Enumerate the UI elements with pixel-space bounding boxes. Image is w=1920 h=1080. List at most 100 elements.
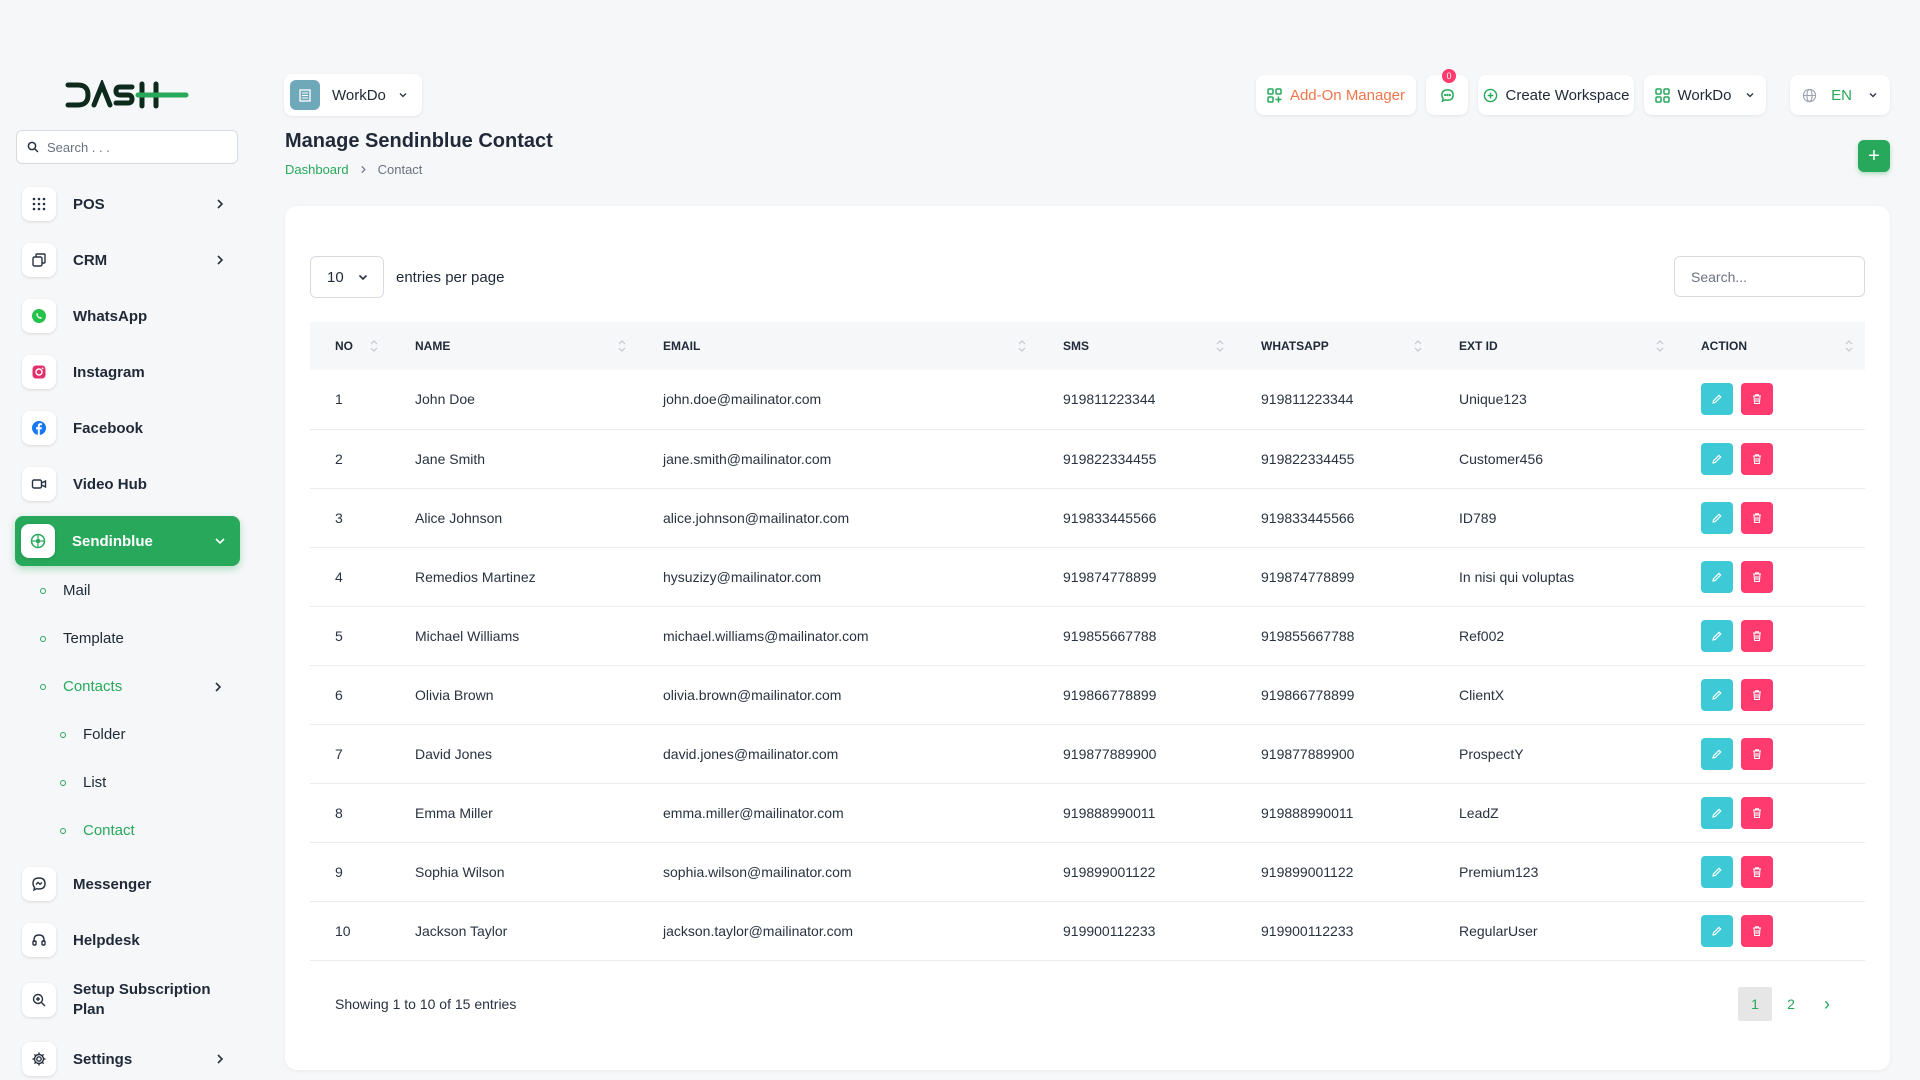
delete-button[interactable] [1741, 619, 1773, 652]
cell-ext-id: Premium123 [1434, 842, 1676, 902]
delete-button[interactable] [1741, 501, 1773, 534]
sidebar-item-setup-subscription-plan[interactable]: Setup Subscription Plan [16, 972, 240, 1028]
edit-button[interactable] [1701, 796, 1733, 829]
table-row: 6 Olivia Brown olivia.brown@mailinator.com… [310, 665, 1865, 725]
page-2-button[interactable]: 2 [1774, 987, 1808, 1021]
delete-button[interactable] [1741, 855, 1773, 888]
next-page-button[interactable]: › [1810, 987, 1844, 1021]
trash-icon [1753, 512, 1761, 523]
sort-icon[interactable] [370, 339, 378, 353]
sidebar-search[interactable]: Search . . . [16, 130, 238, 164]
column-header-name[interactable]: NAME [390, 322, 638, 370]
delete-button[interactable] [1741, 560, 1773, 593]
breadcrumb-dashboard-link[interactable]: Dashboard [285, 162, 349, 177]
edit-button[interactable] [1701, 678, 1733, 711]
addon-manager-button[interactable]: Add-On Manager [1256, 75, 1416, 115]
delete-button[interactable] [1741, 914, 1773, 947]
bullet-icon [60, 731, 66, 738]
column-header-sms[interactable]: SMS [1038, 322, 1236, 370]
column-header-label: WHATSAPP [1261, 339, 1329, 353]
sidebar-sub-folder[interactable]: Folder [60, 726, 126, 743]
chevron-right-icon [217, 199, 224, 209]
sidebar-sub-contacts[interactable]: Contacts [40, 678, 224, 695]
cell-ext-id: ID789 [1434, 488, 1676, 548]
column-header-no[interactable]: NO [310, 322, 390, 370]
sort-icon[interactable] [1414, 339, 1422, 353]
cell-no: 1 [310, 370, 390, 430]
sidebar-sub-label: Folder [83, 726, 126, 743]
delete-button[interactable] [1741, 383, 1773, 416]
edit-button[interactable] [1701, 560, 1733, 593]
messages-button[interactable]: 0 [1426, 69, 1468, 115]
sort-icon[interactable] [1656, 339, 1664, 353]
cell-email: michael.williams@mailinator.com [638, 606, 1038, 666]
sidebar-item-label: Messenger [73, 875, 152, 893]
cell-ext-id: In nisi qui voluptas [1434, 547, 1676, 607]
cell-ext-id: Unique123 [1434, 370, 1676, 430]
cell-ext-id: Customer456 [1434, 429, 1676, 489]
delete-button[interactable] [1741, 796, 1773, 829]
sidebar-sub-label: Contacts [63, 678, 123, 695]
cell-action [1676, 429, 1865, 489]
delete-button[interactable] [1741, 442, 1773, 475]
sidebar-item-whatsapp[interactable]: WhatsApp [16, 292, 240, 340]
cell-whatsapp: 919866778899 [1236, 665, 1434, 725]
sidebar-sub-template[interactable]: Template [40, 630, 124, 647]
column-header-email[interactable]: EMAIL [638, 322, 1038, 370]
sort-icon[interactable] [618, 339, 626, 353]
column-header-action[interactable]: ACTION [1676, 322, 1865, 370]
cell-whatsapp: 919822334455 [1236, 429, 1434, 489]
row-actions [1701, 796, 1865, 829]
sidebar-sub-list[interactable]: List [60, 774, 106, 791]
sort-icon[interactable] [1216, 339, 1224, 353]
column-header-ext-id[interactable]: EXT ID [1434, 322, 1676, 370]
delete-button[interactable] [1741, 737, 1773, 770]
chevron-down-icon [1746, 93, 1754, 98]
sort-icon[interactable] [1845, 339, 1853, 353]
trash-icon [1753, 925, 1761, 936]
column-header-label: NO [335, 339, 353, 353]
sidebar-item-video-hub[interactable]: Video Hub [16, 460, 240, 508]
cell-no: 3 [310, 488, 390, 548]
table-search-input[interactable] [1674, 256, 1865, 297]
language-selector[interactable]: EN [1790, 75, 1890, 115]
edit-button[interactable] [1701, 619, 1733, 652]
edit-button[interactable] [1701, 442, 1733, 475]
sidebar-item-helpdesk[interactable]: Helpdesk [16, 916, 240, 964]
sidebar-item-pos[interactable]: POS [16, 180, 240, 228]
workspace-switcher[interactable]: WorkDo [284, 74, 422, 116]
sidebar-sub-contact[interactable]: Contact [60, 822, 135, 839]
cell-name: Jackson Taylor [390, 901, 638, 961]
dash-logo[interactable] [64, 80, 190, 110]
workspace-menu-button[interactable]: WorkDo [1644, 75, 1766, 115]
edit-button[interactable] [1701, 914, 1733, 947]
edit-button[interactable] [1701, 383, 1733, 416]
pagination: 1 2 › [1738, 987, 1844, 1021]
sidebar-sub-mail[interactable]: Mail [40, 582, 91, 599]
trash-icon [1753, 866, 1761, 877]
edit-button[interactable] [1701, 737, 1733, 770]
sort-icon[interactable] [1018, 339, 1026, 353]
delete-button[interactable] [1741, 678, 1773, 711]
sidebar-item-instagram[interactable]: Instagram [16, 348, 240, 396]
cell-no: 8 [310, 783, 390, 843]
bullet-icon [40, 683, 46, 690]
sidebar-item-facebook[interactable]: Facebook [16, 404, 240, 452]
sidebar-item-messenger[interactable]: Messenger [16, 860, 240, 908]
edit-button[interactable] [1701, 501, 1733, 534]
page-1-button[interactable]: 1 [1738, 987, 1772, 1021]
entries-select[interactable]: 10 [310, 256, 384, 298]
sidebar-item-label: Settings [73, 1050, 133, 1068]
create-workspace-button[interactable]: Create Workspace [1478, 75, 1634, 115]
column-header-whatsapp[interactable]: WHATSAPP [1236, 322, 1434, 370]
row-actions [1701, 678, 1865, 711]
cell-sms: 919811223344 [1038, 370, 1236, 430]
layers-icon [22, 243, 56, 277]
sidebar-item-sendinblue[interactable]: Sendinblue [15, 516, 240, 566]
edit-button[interactable] [1701, 855, 1733, 888]
add-contact-button[interactable]: + [1858, 140, 1890, 172]
row-actions [1701, 619, 1865, 652]
sidebar-item-settings[interactable]: Settings [16, 1035, 240, 1080]
sendinblue-icon [21, 524, 55, 558]
sidebar-item-crm[interactable]: CRM [16, 236, 240, 284]
